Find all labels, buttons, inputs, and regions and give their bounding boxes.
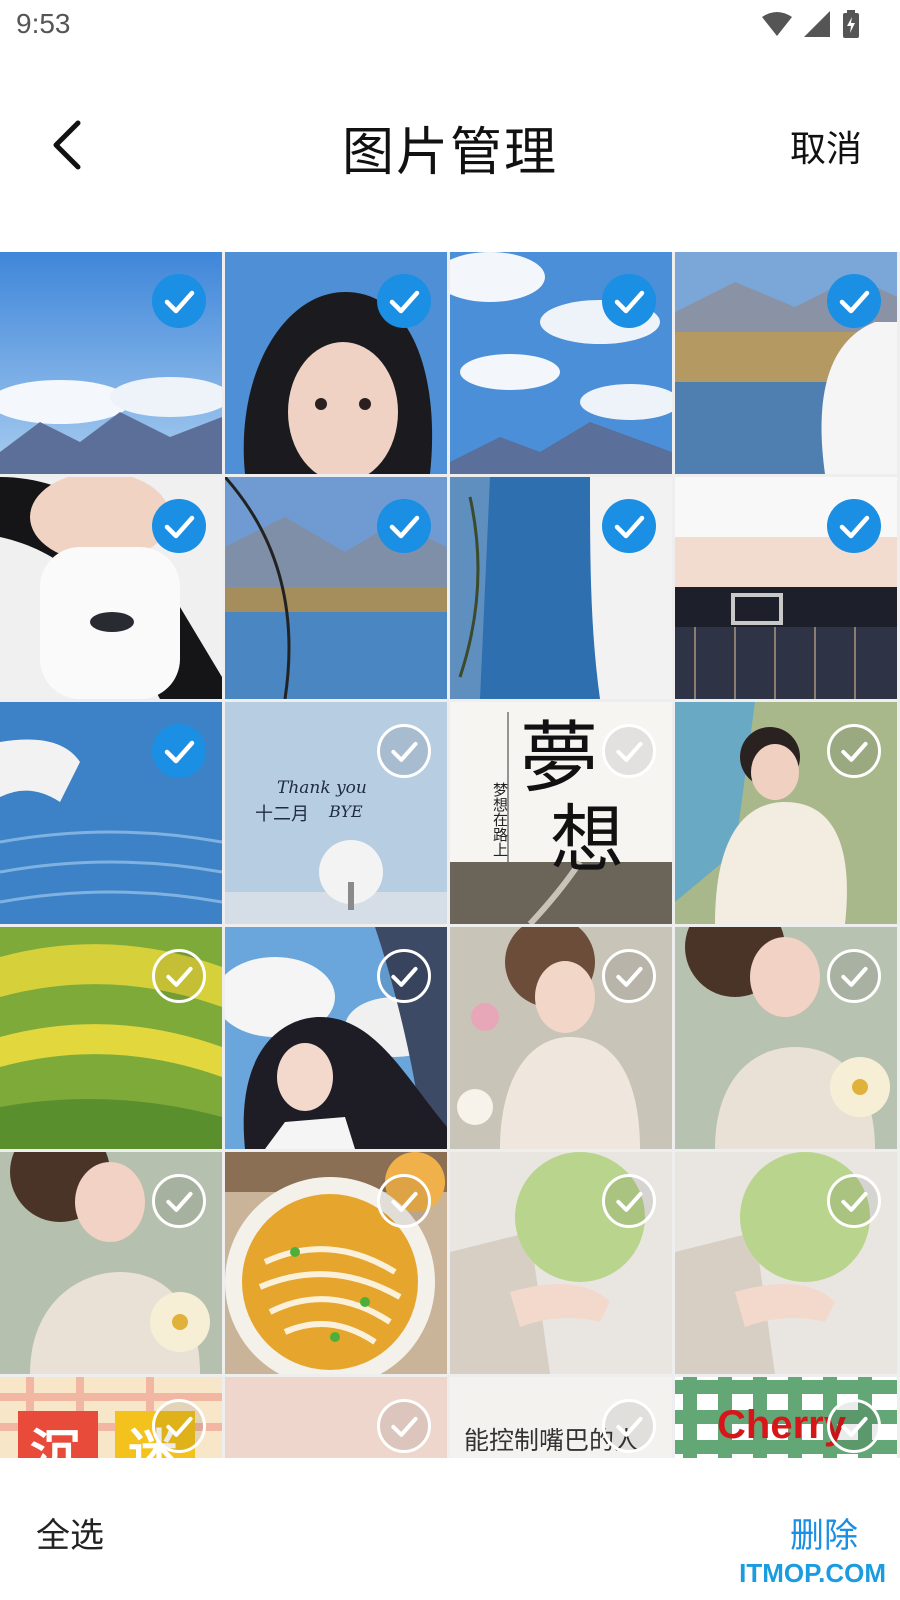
photo-thumbnail-blank-pink[interactable]: [225, 1377, 447, 1458]
unselected-check-icon[interactable]: [377, 1174, 431, 1228]
select-all-button[interactable]: 全选: [36, 1508, 104, 1557]
photo-thumbnail-anime-girl-sky[interactable]: [225, 927, 447, 1149]
selected-check-icon[interactable]: [602, 274, 656, 328]
unselected-check-icon[interactable]: [152, 949, 206, 1003]
cancel-button[interactable]: 取消: [790, 120, 862, 172]
photo-thumbnail-winter-tree-text[interactable]: Thank you 十二月 BYE: [225, 702, 447, 924]
photo-thumbnail-lake-mountains[interactable]: [225, 477, 447, 699]
unselected-check-icon[interactable]: [827, 1399, 881, 1453]
photo-thumbnail-noodle-soup[interactable]: [225, 1152, 447, 1374]
selected-check-icon[interactable]: [827, 499, 881, 553]
unselected-check-icon[interactable]: [827, 1174, 881, 1228]
selected-check-icon[interactable]: [152, 724, 206, 778]
photo-thumbnail-green-mochi[interactable]: [450, 1152, 672, 1374]
photo-thumbnail-anime-lady[interactable]: [675, 702, 897, 924]
status-bar: 9:53: [0, 0, 900, 50]
unselected-check-icon[interactable]: [602, 1399, 656, 1453]
photo-thumbnail-girl-face[interactable]: [225, 252, 447, 474]
page-title: 图片管理: [341, 123, 558, 183]
photo-text: 十二月: [255, 804, 309, 825]
photo-text: Thank you: [277, 778, 367, 798]
photo-thumbnail-green-mochi-2[interactable]: [675, 1152, 897, 1374]
unselected-check-icon[interactable]: [377, 949, 431, 1003]
photo-text: 梦想在路上: [491, 782, 509, 857]
photo-grid: Thank you 十二月 BYE 夢想梦想在路上沉迷能控制嘴巴的人 Cherry: [0, 252, 900, 1458]
unselected-check-icon[interactable]: [602, 949, 656, 1003]
photo-thumbnail-dream-poster[interactable]: 夢想梦想在路上: [450, 702, 672, 924]
selected-check-icon[interactable]: [377, 499, 431, 553]
photo-thumbnail-lady-lily[interactable]: [675, 927, 897, 1149]
unselected-check-icon[interactable]: [602, 724, 656, 778]
photo-thumbnail-plaid-text[interactable]: 沉迷: [0, 1377, 222, 1458]
photo-thumbnail-lake-hills-figure[interactable]: [675, 252, 897, 474]
app-header: 图片管理 取消: [0, 60, 900, 230]
photo-text: BYE: [329, 802, 363, 821]
photo-thumbnail-handwriting[interactable]: 能控制嘴巴的人: [450, 1377, 672, 1458]
photo-thumbnail-flower-field[interactable]: [0, 927, 222, 1149]
photo-thumbnail-white-shirt-hair[interactable]: [0, 477, 222, 699]
photo-text: 沉: [30, 1423, 80, 1458]
status-time: 9:53: [16, 8, 71, 39]
photo-thumbnail-sky-mountains[interactable]: [0, 252, 222, 474]
signal-icon: [804, 11, 830, 37]
unselected-check-icon[interactable]: [377, 1399, 431, 1453]
photo-thumbnail-lady-flowers[interactable]: [450, 927, 672, 1149]
photo-thumbnail-water-arm[interactable]: [0, 702, 222, 924]
photo-thumbnail-sky-clouds[interactable]: [450, 252, 672, 474]
bottom-action-bar: 全选 删除 ITMOP.COM: [0, 1458, 900, 1600]
unselected-check-icon[interactable]: [827, 724, 881, 778]
wifi-icon: [762, 12, 792, 36]
unselected-check-icon[interactable]: [152, 1399, 206, 1453]
unselected-check-icon[interactable]: [152, 1174, 206, 1228]
battery-charging-icon: [843, 10, 859, 38]
selected-check-icon[interactable]: [377, 274, 431, 328]
unselected-check-icon[interactable]: [827, 949, 881, 1003]
selected-check-icon[interactable]: [827, 274, 881, 328]
photo-thumbnail-green-gingham[interactable]: Cherry: [675, 1377, 897, 1458]
photo-text: 想: [550, 797, 624, 883]
photo-thumbnail-crop-top-belt[interactable]: [675, 477, 897, 699]
selected-check-icon[interactable]: [152, 274, 206, 328]
unselected-check-icon[interactable]: [602, 1174, 656, 1228]
selected-check-icon[interactable]: [152, 499, 206, 553]
photo-thumbnail-water-branch[interactable]: [450, 477, 672, 699]
status-icons: [762, 10, 860, 38]
watermark: ITMOP.COM: [739, 1558, 886, 1588]
delete-button[interactable]: 删除: [790, 1508, 858, 1557]
photo-thumbnail-lady-lily-2[interactable]: [0, 1152, 222, 1374]
selected-check-icon[interactable]: [602, 499, 656, 553]
unselected-check-icon[interactable]: [377, 724, 431, 778]
